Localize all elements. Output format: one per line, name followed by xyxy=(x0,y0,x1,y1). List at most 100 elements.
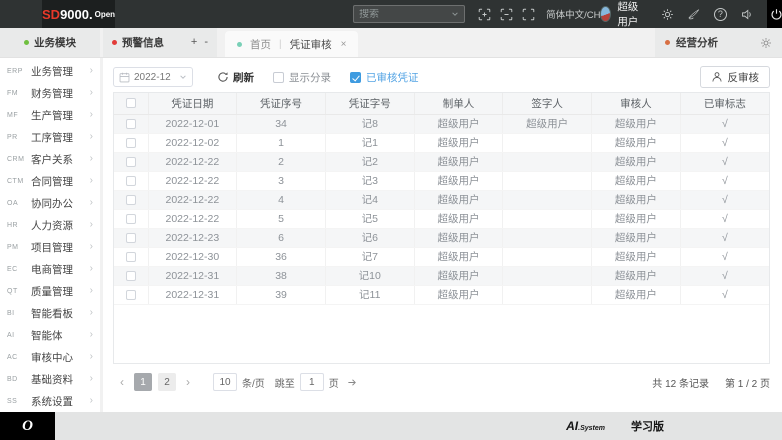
row-checkbox[interactable] xyxy=(125,175,136,186)
row-checkbox[interactable] xyxy=(125,289,136,300)
voucher-toolbar: 刷新 显示分录 已审核凭证 反审核 xyxy=(113,62,770,92)
sidebar-item[interactable]: PM 项目管理 › xyxy=(0,236,100,258)
chevron-right-icon: › xyxy=(89,395,93,406)
sidebar-item[interactable]: CTM 合同管理 › xyxy=(0,170,100,192)
sound-icon[interactable] xyxy=(740,8,754,21)
table-row[interactable]: 2022-12-31 38 记10 超级用户 超级用户 √ xyxy=(114,266,769,286)
col-maker[interactable]: 制单人 xyxy=(413,93,503,115)
show-entries-checkbox[interactable]: 显示分录 xyxy=(273,70,331,85)
search-input[interactable] xyxy=(359,8,452,20)
col-voucher-word[interactable]: 凭证字号 xyxy=(324,93,415,115)
tab-bar: 业务模块 预警信息 + - 首页 | 凭证审核 × 经营分析 xyxy=(0,28,782,58)
cell-voucher-seq: 38 xyxy=(236,266,326,286)
language-switcher[interactable]: 简体中文/CH xyxy=(546,7,600,21)
table-row[interactable]: 2022-12-22 5 记5 超级用户 超级用户 √ xyxy=(114,209,769,229)
jump-page-input[interactable]: 1 xyxy=(299,373,324,391)
ai-brand-label: AI xyxy=(566,419,579,433)
sidebar-item[interactable]: HR 人力资源 › xyxy=(0,214,100,236)
calendar-icon xyxy=(119,72,130,83)
sidebar-item[interactable]: BI 智能看板 › xyxy=(0,302,100,324)
sidebar-item[interactable]: ERP 业务管理 › xyxy=(0,60,100,82)
chevron-right-icon: › xyxy=(89,87,93,98)
table-row[interactable]: 2022-12-23 6 记6 超级用户 超级用户 √ xyxy=(114,228,769,248)
prev-page-icon[interactable]: ‹ xyxy=(113,376,131,388)
row-checkbox[interactable] xyxy=(125,194,136,205)
sidebar-item[interactable]: MF 生产管理 › xyxy=(0,104,100,126)
table-row[interactable]: 2022-12-02 1 记1 超级用户 超级用户 √ xyxy=(114,133,769,153)
zoom-in-icon[interactable] xyxy=(478,8,491,21)
tab-home[interactable]: 首页 xyxy=(250,37,271,52)
row-checkbox[interactable] xyxy=(125,137,136,148)
table-row[interactable]: 2022-12-01 34 记8 超级用户 超级用户 超级用户 √ xyxy=(114,114,769,134)
logo-number-text: 9000. xyxy=(60,6,93,22)
period-picker[interactable] xyxy=(113,67,193,87)
sidebar-item[interactable]: FM 财务管理 › xyxy=(0,82,100,104)
module-code-label: AC xyxy=(7,353,18,361)
close-tab-icon[interactable]: × xyxy=(341,39,347,50)
logout-power-button[interactable] xyxy=(766,0,782,28)
select-all-checkbox[interactable] xyxy=(125,98,136,109)
page-size-select[interactable]: 10 xyxy=(213,373,237,391)
sidebar-item[interactable]: OA 协同办公 › xyxy=(0,192,100,214)
sidebar-item[interactable]: SS 系统设置 › xyxy=(0,390,100,412)
row-checkbox[interactable] xyxy=(125,270,136,281)
table-row[interactable]: 2022-12-22 2 记2 超级用户 超级用户 √ xyxy=(114,152,769,172)
col-signer[interactable]: 签字人 xyxy=(502,93,592,115)
audited-vouchers-checkbox[interactable]: 已审核凭证 xyxy=(350,70,419,85)
refresh-button[interactable]: 刷新 xyxy=(217,70,254,85)
settings-gear-icon[interactable] xyxy=(661,8,674,21)
sidebar-item[interactable]: BD 基础资料 › xyxy=(0,368,100,390)
sidebar-item[interactable]: EC 电商管理 › xyxy=(0,258,100,280)
cell-voucher-date: 2022-12-02 xyxy=(147,133,237,153)
analysis-gear-icon[interactable] xyxy=(760,37,772,49)
user-cluster: 超级用户 ? xyxy=(600,0,782,29)
global-search[interactable] xyxy=(353,5,466,23)
module-code-label: HR xyxy=(7,221,19,229)
row-checkbox[interactable] xyxy=(125,232,136,243)
sidebar-item[interactable]: AC 审核中心 › xyxy=(0,346,100,368)
page-button-2[interactable]: 2 xyxy=(158,373,176,391)
page-button-1[interactable]: 1 xyxy=(134,373,152,391)
sidebar-item[interactable]: PR 工序管理 › xyxy=(0,126,100,148)
module-code-label: OA xyxy=(7,199,19,207)
window-controls xyxy=(478,8,535,21)
jump-go-icon[interactable] xyxy=(347,377,358,388)
zoom-out-icon[interactable] xyxy=(500,8,513,21)
checkbox-checked-icon[interactable] xyxy=(350,71,361,83)
warning-add-button[interactable]: + xyxy=(191,37,197,48)
sidebar-item[interactable]: QT 质量管理 › xyxy=(0,280,100,302)
username-label[interactable]: 超级用户 xyxy=(617,0,644,29)
col-voucher-date[interactable]: 凭证日期 xyxy=(147,93,237,115)
analysis-panel: 经营分析 xyxy=(655,28,782,57)
cell-voucher-word: 记6 xyxy=(324,228,415,248)
row-checkbox[interactable] xyxy=(125,251,136,262)
col-voucher-seq[interactable]: 凭证序号 xyxy=(236,93,326,115)
fullscreen-icon[interactable] xyxy=(522,8,535,21)
theme-brush-icon[interactable] xyxy=(687,8,701,21)
table-row[interactable]: 2022-12-22 4 记4 超级用户 超级用户 √ xyxy=(114,190,769,210)
table-row[interactable]: 2022-12-30 36 记7 超级用户 超级用户 √ xyxy=(114,247,769,267)
avatar[interactable] xyxy=(600,6,612,22)
help-icon[interactable]: ? xyxy=(713,7,727,21)
col-audited-flag[interactable]: 已审标志 xyxy=(679,93,769,115)
row-checkbox[interactable] xyxy=(125,156,136,167)
sidebar-item[interactable]: CRM 客户关系 › xyxy=(0,148,100,170)
warning-collapse-button[interactable]: - xyxy=(204,37,208,48)
tab-voucher-audit[interactable]: 凭证审核 xyxy=(290,37,332,52)
module-name-label: 基础资料 xyxy=(31,373,73,386)
table-row[interactable]: 2022-12-31 39 记11 超级用户 超级用户 √ xyxy=(114,285,769,305)
cell-audited-flag: √ xyxy=(679,285,769,305)
cell-maker: 超级用户 xyxy=(413,209,503,229)
sidebar-item[interactable]: AI 智能体 › xyxy=(0,324,100,346)
row-checkbox[interactable] xyxy=(125,118,136,129)
table-row[interactable]: 2022-12-22 3 记3 超级用户 超级用户 √ xyxy=(114,171,769,191)
period-input[interactable] xyxy=(134,71,175,83)
checkbox-unchecked-icon[interactable] xyxy=(273,71,284,83)
row-checkbox[interactable] xyxy=(125,213,136,224)
next-page-icon[interactable]: › xyxy=(179,376,197,388)
cell-voucher-date: 2022-12-22 xyxy=(147,152,237,172)
cell-voucher-date: 2022-12-31 xyxy=(147,285,237,305)
cell-signer xyxy=(502,190,592,210)
col-auditor[interactable]: 审核人 xyxy=(591,93,681,115)
reverse-audit-button[interactable]: 反审核 xyxy=(699,66,770,88)
